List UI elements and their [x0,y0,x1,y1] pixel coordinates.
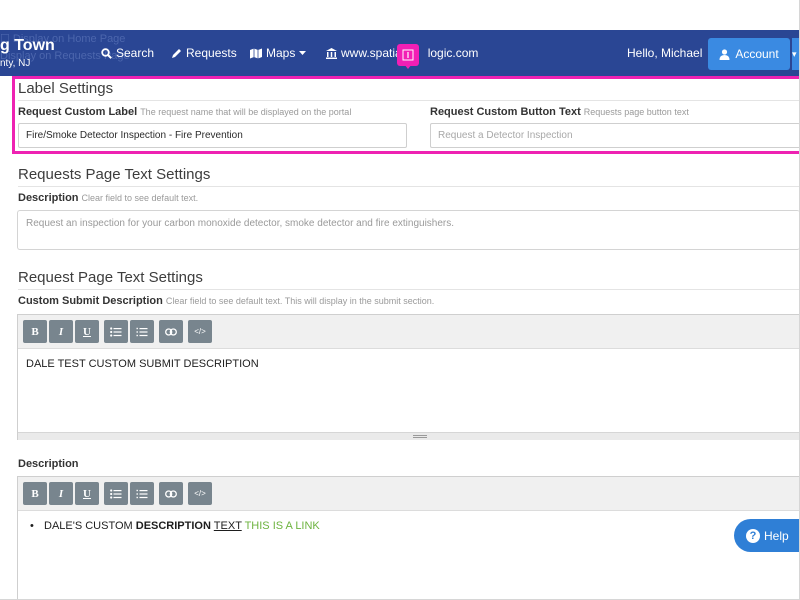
submit-description-hint: Clear field to see default text. This wi… [165,296,435,306]
request-description-editor: B I U </> • DALE'S CUSTOM DESCRIPTION TE… [17,476,799,599]
brand-subtitle: nty, NJ [0,58,31,69]
user-icon [719,48,730,60]
pencil-icon [172,48,181,58]
bullet-list-icon [110,488,122,499]
submit-description-label-text: Custom Submit Description [18,295,163,307]
bullet-list-icon [110,326,122,337]
caret-down-icon [299,50,307,55]
custom-label-hint: The request name that will be displayed … [140,107,352,117]
request-description-editor-body[interactable]: • DALE'S CUSTOM DESCRIPTION TEXT THIS IS… [18,511,799,599]
code-view-button[interactable]: </> [188,320,212,343]
description-bullet-item: • DALE'S CUSTOM DESCRIPTION TEXT THIS IS… [30,520,320,532]
account-dropdown-toggle[interactable]: ▾ [792,38,799,70]
settings-page: ☐ Display on Home Page Display on Reques… [0,0,800,600]
link-icon [165,489,177,498]
underline-button[interactable]: U [75,482,99,505]
user-greeting: Hello, Michael [627,46,703,60]
custom-label-input[interactable]: Fire/Smoke Detector Inspection - Fire Pr… [18,123,407,148]
numbered-list-button[interactable] [130,482,154,505]
bullet-bold-text: DESCRIPTION [135,520,211,532]
brand-title[interactable]: g Town [0,37,55,55]
help-button[interactable]: ? Help [734,519,799,552]
requests-description-hint: Clear field to see default text. [81,193,199,203]
requests-page-settings-title: Requests Page Text Settings [18,166,799,187]
bullet-plain-text: DALE'S CUSTOM [44,520,136,532]
bullet-list-button[interactable] [104,320,128,343]
account-button[interactable]: Account [708,38,790,70]
nav-search-label: Search [116,46,155,60]
numbered-list-icon [136,489,148,498]
underline-button[interactable]: U [75,320,99,343]
submit-description-editor: B I U </> DALE TEST CUSTOM SUBMIT DESCRI… [17,314,799,440]
bullet-dot: • [30,520,34,532]
link-button[interactable] [159,320,183,343]
requests-description-textarea[interactable]: Request an inspection for your carbon mo… [17,210,799,250]
editor-toolbar: B I U </> [18,315,799,349]
request-page-settings-title: Request Page Text Settings [18,269,799,290]
submit-description-text: DALE TEST CUSTOM SUBMIT DESCRIPTION [26,358,259,370]
button-text-input[interactable]: Request a Detector Inspection [430,123,799,148]
bullet-link-text[interactable]: THIS IS A LINK [245,520,320,532]
top-navbar: ☐ Display on Home Page Display on Reques… [0,30,799,76]
requests-description-label-text: Description [18,192,79,204]
numbered-list-button[interactable] [130,320,154,343]
button-text-hint: Requests page button text [583,107,689,117]
nav-maps-label: Maps [266,46,296,60]
nav-website-label-tail: logic.com [427,46,479,60]
button-text-field-label: Request Custom Button Text Requests page … [430,106,689,118]
link-button[interactable] [159,482,183,505]
editor-toolbar: B I U </> [18,477,799,511]
nav-search-link[interactable]: Search [101,46,154,60]
map-icon [250,48,262,58]
account-label: Account [735,47,779,61]
submit-description-editor-body[interactable]: DALE TEST CUSTOM SUBMIT DESCRIPTION [18,349,799,440]
bullet-list-button[interactable] [104,482,128,505]
info-icon [402,49,414,61]
editor-resize-handle[interactable] [18,432,799,440]
search-icon [101,47,112,59]
help-label: Help [764,528,789,543]
request-description-field-label: Description [18,458,79,470]
nav-requests-link[interactable]: Requests [171,46,237,60]
code-view-button[interactable]: </> [188,482,212,505]
custom-label-label-text: Request Custom Label [18,106,138,118]
button-text-label-text: Request Custom Button Text [430,106,581,118]
bullet-underline-text: TEXT [213,520,242,532]
submit-description-field-label: Custom Submit Description Clear field to … [18,295,434,307]
nav-website-label: www.spatia [341,46,402,60]
numbered-list-icon [136,327,148,336]
feedback-tab[interactable] [397,44,419,66]
link-icon [165,327,177,336]
custom-label-field-label: Request Custom Label The request name tha… [18,106,351,118]
help-icon: ? [746,528,760,543]
institution-icon [326,47,337,59]
italic-button[interactable]: I [49,482,73,505]
italic-button[interactable]: I [49,320,73,343]
requests-description-field-label: Description Clear field to see default te… [18,192,198,204]
bold-button[interactable]: B [23,482,47,505]
bold-button[interactable]: B [23,320,47,343]
nav-requests-label: Requests [186,46,237,60]
nav-maps-dropdown[interactable]: Maps [250,46,307,60]
label-settings-title: Label Settings [18,80,799,101]
resize-grip-icon [413,435,427,438]
feedback-tab-pointer [404,64,412,69]
